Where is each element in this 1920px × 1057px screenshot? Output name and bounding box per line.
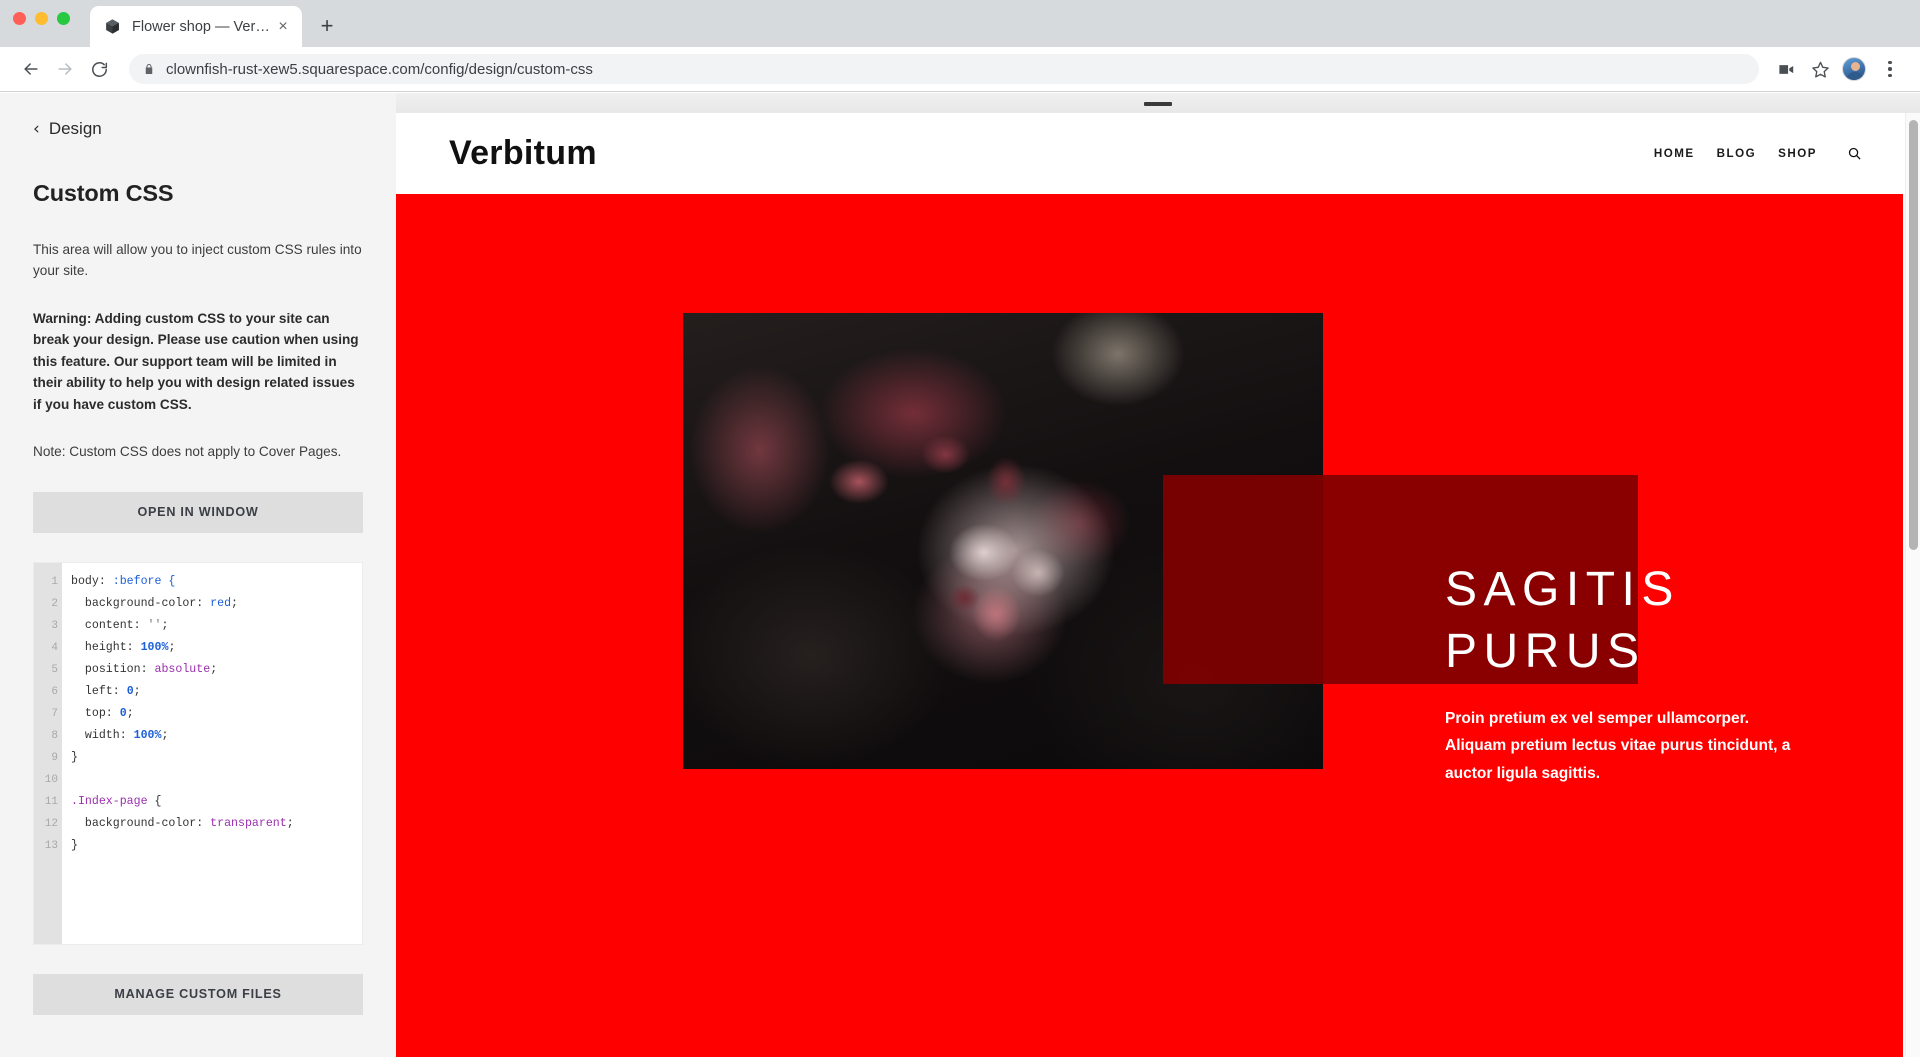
forward-button[interactable]: [48, 52, 82, 86]
tab-close-button[interactable]: ×: [274, 18, 292, 36]
line-number: 7: [51, 707, 58, 720]
site-header: Verbitum HOME BLOG SHOP: [396, 113, 1920, 194]
hero-text-block: SAGITIS PURUS Proin pretium ex vel sempe…: [1445, 559, 1865, 788]
line-number-gutter: 1 2 3 4 5 6 7 8 9 10 11 12 13: [34, 562, 62, 944]
cube-favicon: [106, 19, 119, 34]
line-number: 11: [44, 795, 58, 808]
custom-css-sidebar: ‹ Design Custom CSS This area will allow…: [0, 93, 396, 1057]
back-button[interactable]: [14, 52, 48, 86]
page-title: Custom CSS: [33, 180, 174, 206]
css-code-editor[interactable]: 1 2 3 4 5 6 7 8 9 10 11 12 13 body: :bef…: [33, 561, 363, 945]
note-paragraph: Note: Custom CSS does not apply to Cover…: [33, 444, 342, 460]
line-number: 10: [44, 773, 58, 786]
nav-link-shop[interactable]: SHOP: [1778, 147, 1817, 160]
line-number: 5: [51, 663, 58, 676]
search-icon[interactable]: [1847, 146, 1862, 161]
line-number: 12: [44, 817, 58, 830]
lock-icon: [143, 62, 155, 76]
site-preview-frame: Verbitum HOME BLOG SHOP SAGITIS PURUS Pr…: [396, 113, 1920, 1057]
line-number: 8: [51, 729, 58, 742]
tab-title: Flower shop — Verbitum: [132, 18, 274, 35]
star-icon[interactable]: [1804, 53, 1836, 85]
url-text: clownfish-rust-xew5.squarespace.com/conf…: [166, 60, 593, 78]
warning-paragraph: Warning: Adding custom CSS to your site …: [33, 310, 359, 412]
hero-body-text: Proin pretium ex vel semper ullamcorper.…: [1445, 709, 1791, 782]
line-number: 9: [51, 751, 58, 764]
reload-button[interactable]: [82, 52, 116, 86]
hero-heading: SAGITIS PURUS: [1445, 563, 1680, 679]
browser-tab[interactable]: Flower shop — Verbitum ×: [90, 6, 302, 47]
nav-link-blog[interactable]: BLOG: [1717, 147, 1757, 160]
page-body: ‹ Design Custom CSS This area will allow…: [0, 93, 1920, 1057]
line-number: 13: [44, 839, 58, 852]
profile-avatar[interactable]: [1842, 57, 1866, 81]
back-label: Design: [48, 119, 102, 138]
nav-link-home[interactable]: HOME: [1654, 147, 1695, 160]
tab-strip: Flower shop — Verbitum × +: [0, 0, 1920, 47]
preview-scrollbar[interactable]: [1905, 113, 1920, 1057]
line-number: 4: [51, 641, 58, 654]
manage-custom-files-button[interactable]: MANAGE CUSTOM FILES: [33, 973, 363, 1015]
three-dot-menu[interactable]: [1874, 53, 1906, 85]
css-code-content[interactable]: body: :before { background-color: red; c…: [62, 563, 362, 944]
maximize-window-button[interactable]: [57, 12, 70, 25]
open-in-window-button[interactable]: OPEN IN WINDOW: [33, 491, 363, 533]
description-paragraph: This area will allow you to inject custo…: [33, 242, 362, 279]
site-preview-pane: Verbitum HOME BLOG SHOP SAGITIS PURUS Pr…: [396, 93, 1920, 1057]
site-navigation: HOME BLOG SHOP: [1654, 146, 1862, 161]
line-number: 1: [51, 575, 58, 588]
line-number: 6: [51, 685, 58, 698]
browser-toolbar: clownfish-rust-xew5.squarespace.com/conf…: [0, 47, 1920, 92]
site-logo[interactable]: Verbitum: [449, 134, 597, 173]
preview-drag-handle-area[interactable]: [396, 93, 1920, 113]
preview-drag-handle[interactable]: [1144, 101, 1172, 106]
back-to-design-link[interactable]: ‹ Design: [33, 119, 363, 139]
close-window-button[interactable]: [13, 12, 26, 25]
chevron-left-icon: ‹: [33, 118, 40, 139]
line-number: 2: [51, 597, 58, 610]
window-controls: [13, 12, 70, 25]
address-bar[interactable]: clownfish-rust-xew5.squarespace.com/conf…: [129, 54, 1759, 84]
browser-window: Flower shop — Verbitum × +: [0, 0, 1920, 1057]
new-tab-button[interactable]: +: [312, 11, 342, 41]
line-number: 3: [51, 619, 58, 632]
video-camera-icon[interactable]: [1770, 53, 1802, 85]
scrollbar-thumb[interactable]: [1909, 120, 1918, 550]
minimize-window-button[interactable]: [35, 12, 48, 25]
red-css-overlay: SAGITIS PURUS Proin pretium ex vel sempe…: [396, 194, 1920, 1057]
